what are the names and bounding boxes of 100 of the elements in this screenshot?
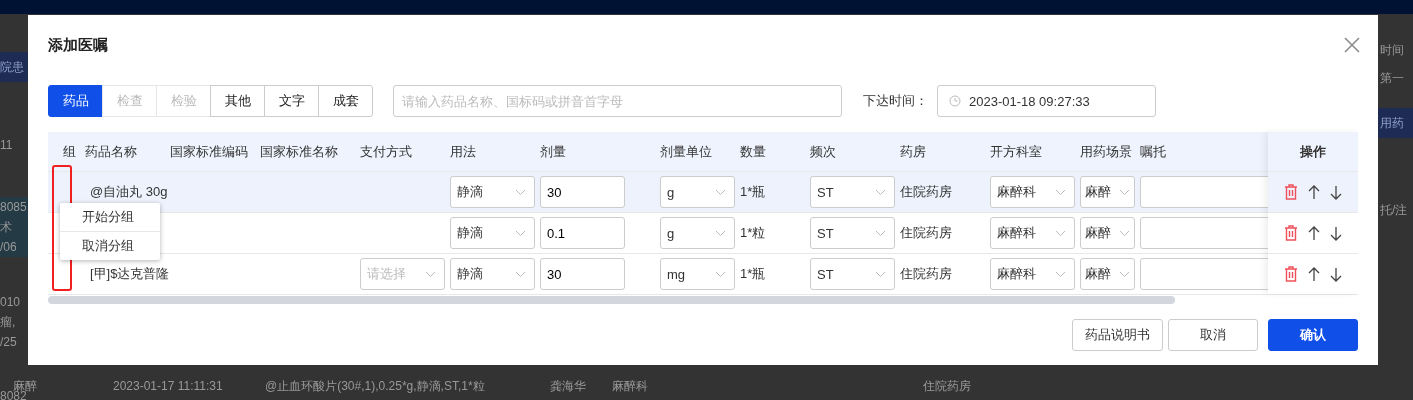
scene-dropdown[interactable]: 麻醉 [1080, 217, 1135, 249]
background-text: @止血环酸片(30#,1),0.25*g,静滴,ST,1*粒 [265, 378, 485, 393]
arrow-down-icon[interactable] [1330, 266, 1342, 282]
column-header: 频次 [810, 143, 836, 159]
usage-dropdown[interactable]: 静滴 [450, 176, 535, 208]
background-text: /06 [0, 240, 17, 254]
drug-name: @自油丸 30g [90, 183, 168, 201]
scrollbar-thumb[interactable] [48, 296, 1175, 304]
chevron-icon [715, 188, 726, 196]
menu-item[interactable]: 取消分组 [60, 231, 160, 260]
dose-input[interactable]: 0.1 [540, 217, 625, 249]
quantity-text: 1*瓶 [740, 183, 766, 201]
note-input[interactable] [1140, 217, 1268, 249]
column-header: 用法 [450, 143, 476, 159]
unit-dropdown[interactable]: g [660, 217, 735, 249]
background-text: 第一 [1380, 69, 1404, 87]
chevron-icon [875, 229, 886, 237]
chevron-icon [425, 270, 436, 278]
drug-name: [甲]$达克普隆 [90, 265, 170, 283]
column-header: 嘱托 [1140, 143, 1166, 159]
chevron-icon [715, 270, 726, 278]
scene-dropdown[interactable]: 麻醉 [1080, 176, 1135, 208]
arrow-up-icon[interactable] [1308, 266, 1320, 282]
background-text: 010 [0, 295, 21, 309]
column-header: 开方科室 [990, 143, 1042, 159]
column-header: 药房 [900, 143, 926, 159]
frequency-dropdown[interactable]: ST [810, 258, 895, 290]
dialog-button[interactable]: 确认 [1268, 319, 1358, 351]
background-text: 术 [0, 218, 12, 236]
clock-icon [949, 95, 961, 107]
column-header: 组 [63, 143, 76, 159]
unit-dropdown[interactable]: mg [660, 258, 735, 290]
date-field[interactable]: 2023-01-18 09:27:33 [937, 85, 1156, 117]
background-text: 11 [0, 138, 13, 152]
column-header: 剂量单位 [660, 143, 712, 159]
column-header: 支付方式 [360, 143, 412, 159]
background-text: /25 [0, 335, 17, 349]
time-label: 下达时间： [863, 92, 929, 110]
usage-dropdown[interactable]: 静滴 [450, 258, 535, 290]
chevron-icon [715, 229, 726, 237]
chevron-icon [515, 270, 526, 278]
unit-dropdown[interactable]: g [660, 176, 735, 208]
column-header: 数量 [740, 143, 766, 159]
tab[interactable]: 其他 [210, 85, 265, 117]
background-text: 用药 [1380, 114, 1404, 132]
note-input[interactable] [1140, 258, 1268, 290]
background-text: 托/注 [1380, 201, 1408, 219]
arrow-down-icon[interactable] [1330, 184, 1342, 200]
tab[interactable]: 成套 [318, 85, 373, 117]
chevron-icon [1119, 270, 1130, 278]
chevron-icon [1119, 229, 1130, 237]
column-header: 剂量 [540, 143, 566, 159]
tab[interactable]: 药品 [48, 85, 103, 117]
search-field[interactable]: 请输入药品名称、国标码或拼音首字母 [393, 85, 842, 117]
frequency-dropdown[interactable]: ST [810, 176, 895, 208]
background-text: 麻醉 [13, 378, 37, 393]
pharmacy-text: 住院药房 [900, 183, 952, 201]
quantity-text: 1*瓶 [740, 265, 766, 283]
arrow-up-icon[interactable] [1308, 184, 1320, 200]
column-header: 用药场景 [1080, 143, 1132, 159]
background-text: 瘤, [0, 313, 16, 331]
note-input[interactable] [1140, 176, 1268, 208]
chevron-icon [1055, 270, 1066, 278]
usage-dropdown[interactable]: 静滴 [450, 217, 535, 249]
department-dropdown[interactable]: 麻醉科 [990, 176, 1075, 208]
chevron-icon [515, 229, 526, 237]
dialog-button[interactable]: 取消 [1168, 319, 1258, 351]
dialog-button[interactable]: 药品说明书 [1072, 319, 1163, 351]
chevron-icon [515, 188, 526, 196]
trash-icon[interactable] [1284, 184, 1298, 200]
background-text: 住院药房 [923, 378, 971, 393]
background-text: 龚海华 [550, 378, 586, 393]
background-text: 时间 [1380, 41, 1404, 59]
department-dropdown[interactable]: 麻醉科 [990, 217, 1075, 249]
background-text: 8085 [0, 200, 27, 214]
pharmacy-text: 住院药房 [900, 224, 952, 242]
dose-input[interactable]: 30 [540, 258, 625, 290]
chevron-icon [1119, 188, 1130, 196]
arrow-up-icon[interactable] [1308, 225, 1320, 241]
chevron-icon [1055, 188, 1066, 196]
trash-icon[interactable] [1284, 225, 1298, 241]
quantity-text: 1*粒 [740, 224, 766, 242]
column-header: 操作 [1300, 142, 1326, 161]
table-row[interactable]: [甲]$达克普隆 请选择 静滴 30 mg 1*瓶 ST 住院药房 麻醉科 麻醉 [48, 253, 1268, 294]
column-header: 国家标准名称 [260, 143, 338, 159]
scene-dropdown[interactable]: 麻醉 [1080, 258, 1135, 290]
chevron-icon [1055, 229, 1066, 237]
department-dropdown[interactable]: 麻醉科 [990, 258, 1075, 290]
close-icon[interactable] [1344, 37, 1360, 53]
background-text: 2023-01-17 11:11:31 [113, 379, 223, 393]
background-text: 麻醉科 [612, 378, 648, 393]
dialog-title: 添加医嘱 [48, 35, 108, 55]
column-header: 药品名称 [85, 143, 137, 159]
background-text: 院患 [0, 58, 24, 76]
trash-icon[interactable] [1284, 266, 1298, 282]
chevron-icon [875, 188, 886, 196]
dose-input[interactable]: 30 [540, 176, 625, 208]
frequency-dropdown[interactable]: ST [810, 217, 895, 249]
arrow-down-icon[interactable] [1330, 225, 1342, 241]
tab[interactable]: 文字 [264, 85, 319, 117]
